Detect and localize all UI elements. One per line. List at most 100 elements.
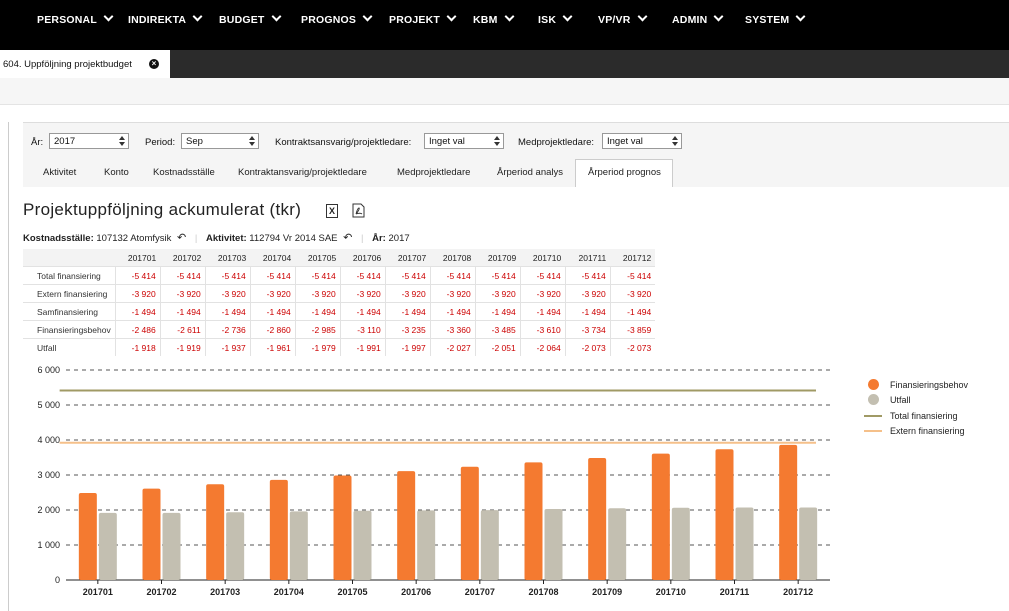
- table-cell: -5 414: [609, 266, 656, 285]
- nav-projekt[interactable]: PROJEKT: [389, 11, 457, 26]
- table-cell: -2 051: [474, 338, 521, 356]
- pdf-icon[interactable]: [352, 203, 365, 218]
- cost-center-value: 107132 Atomfysik: [96, 233, 172, 244]
- table-cell: -3 360: [429, 320, 476, 339]
- bar-finansieringsbehov: [78, 492, 97, 580]
- page-tab-bar: 604. Uppföljning projektbudget ×: [0, 50, 1009, 78]
- column-header: 201706: [340, 249, 386, 267]
- bar-finansieringsbehov: [333, 475, 352, 580]
- nav-budget[interactable]: BUDGET: [219, 11, 281, 26]
- nav-isk[interactable]: ISK: [538, 11, 573, 26]
- data-table: 201701 201702 201703 201704 201705 201706 2017…: [23, 249, 656, 356]
- crumb-year-value: 2017: [388, 233, 410, 244]
- table-cell: -5 414: [204, 266, 251, 285]
- table-cell: -5 414: [474, 266, 521, 285]
- updown-arrows-icon: [249, 135, 255, 147]
- chevron-down-icon: [446, 11, 457, 22]
- page-tab-uppfoljning[interactable]: 604. Uppföljning projektbudget ×: [0, 50, 170, 78]
- table-cell: -3 920: [294, 284, 341, 303]
- cost-center-label: Kostnadsställe:: [23, 233, 94, 244]
- excel-icon[interactable]: X: [326, 204, 338, 218]
- table-cell: -3 920: [249, 284, 296, 303]
- nav-indirekta[interactable]: INDIREKTA: [128, 11, 203, 26]
- table-cell: -3 485: [474, 320, 521, 339]
- column-header: 201707: [385, 249, 431, 267]
- undo-icon[interactable]: ↶: [343, 232, 352, 244]
- legend-label-finansieringsbehov: Finansieringsbehov: [890, 380, 969, 390]
- table-cell: -2 073: [564, 338, 611, 356]
- year-select[interactable]: 2017: [49, 133, 129, 149]
- page-tab-label: 604. Uppföljning projektbudget: [3, 59, 132, 70]
- nav-vpvr[interactable]: VP/VR: [598, 11, 647, 26]
- table-cell: -3 920: [564, 284, 611, 303]
- nav-admin[interactable]: ADMIN: [672, 11, 724, 26]
- table-cell: -5 414: [249, 266, 296, 285]
- close-icon[interactable]: ×: [149, 59, 159, 69]
- nav-label: SYSTEM: [745, 14, 790, 26]
- bar-utfall: [98, 512, 117, 580]
- table-cell: -1 494: [429, 302, 476, 321]
- table-cell: -1 494: [519, 302, 566, 321]
- legend-label-utfall: Utfall: [890, 395, 911, 405]
- table-cell: -2 860: [249, 320, 296, 339]
- bar-finansieringsbehov: [715, 449, 734, 580]
- table-row: Extern finansiering -3 920 -3 920 -3 920 -3 …: [23, 284, 656, 303]
- column-header: 201710: [520, 249, 566, 267]
- column-header: 201703: [205, 249, 251, 267]
- row-label: Total finansiering: [23, 266, 116, 285]
- table-cell: -5 414: [429, 266, 476, 285]
- page-title: Projektuppföljning ackumulerat (tkr): [23, 200, 302, 219]
- table-cell: -3 920: [609, 284, 656, 303]
- nav-label: INDIREKTA: [128, 14, 187, 26]
- co-manager-select[interactable]: Inget val: [602, 133, 682, 149]
- row-label: Samfinansiering: [23, 302, 116, 321]
- bar-utfall: [353, 510, 372, 580]
- table-cell: -2 611: [159, 320, 206, 339]
- nav-prognos[interactable]: PROGNOS: [301, 11, 373, 26]
- nav-personal[interactable]: PERSONAL: [37, 11, 114, 26]
- table-cell: -3 734: [564, 320, 611, 339]
- contract-select[interactable]: Inget val: [424, 133, 504, 149]
- x-tick-label: 201709: [592, 587, 622, 597]
- table-cell: -2 985: [294, 320, 341, 339]
- table-cell: -1 997: [384, 338, 431, 356]
- table-cell: -1 494: [474, 302, 521, 321]
- contract-label: Kontraktsansvarig/projektledare:: [275, 137, 412, 148]
- chevron-down-icon: [504, 11, 514, 22]
- table-cell: -1 494: [204, 302, 251, 321]
- chart: 0 1 000 2 000 3 000 4 000 5 000 6 000 201701 201…: [37, 365, 830, 597]
- bar-finansieringsbehov: [142, 488, 161, 580]
- bar-finansieringsbehov: [779, 444, 798, 580]
- nav-system[interactable]: SYSTEM: [745, 11, 806, 26]
- table-cell: -5 414: [159, 266, 206, 285]
- table-cell: -1 991: [339, 338, 386, 356]
- column-header: 201712: [610, 249, 656, 267]
- tab-kostnadsstalle[interactable]: Kostnadsställe: [153, 167, 215, 178]
- period-select[interactable]: Sep: [181, 133, 259, 149]
- table-header-row: 201701 201702 201703 201704 201705 201706 2017…: [23, 249, 656, 267]
- table-cell: -3 920: [519, 284, 566, 303]
- table-cell: -1 494: [294, 302, 341, 321]
- tab-arperiod-analys[interactable]: Årperiod analys: [497, 167, 563, 178]
- chevron-down-icon: [637, 11, 647, 22]
- table-cell: -3 920: [384, 284, 431, 303]
- tab-arperiod-prognos[interactable]: Årperiod prognos: [588, 167, 661, 178]
- table-cell: -3 859: [609, 320, 656, 339]
- bar-finansieringsbehov: [651, 453, 670, 580]
- bar-utfall: [608, 508, 627, 580]
- column-header: 201701: [115, 249, 161, 267]
- tab-aktivitet[interactable]: Aktivitet: [43, 167, 76, 178]
- bar-utfall: [480, 510, 499, 580]
- bar-finansieringsbehov: [588, 458, 607, 580]
- table-cell: -3 920: [474, 284, 521, 303]
- nav-kbm[interactable]: KBM: [473, 11, 514, 26]
- tab-konto[interactable]: Konto: [104, 167, 129, 178]
- updown-arrows-icon: [494, 135, 500, 147]
- y-tick-label: 0: [55, 575, 60, 585]
- x-tick-label: 201707: [465, 587, 495, 597]
- tab-medprojektledare[interactable]: Medprojektledare: [397, 167, 470, 178]
- nav-label: VP/VR: [598, 14, 631, 26]
- period-label: Period:: [145, 137, 176, 148]
- undo-icon[interactable]: ↶: [177, 232, 186, 244]
- tab-kontraktansvarig[interactable]: Kontraktansvarig/projektledare: [238, 167, 367, 178]
